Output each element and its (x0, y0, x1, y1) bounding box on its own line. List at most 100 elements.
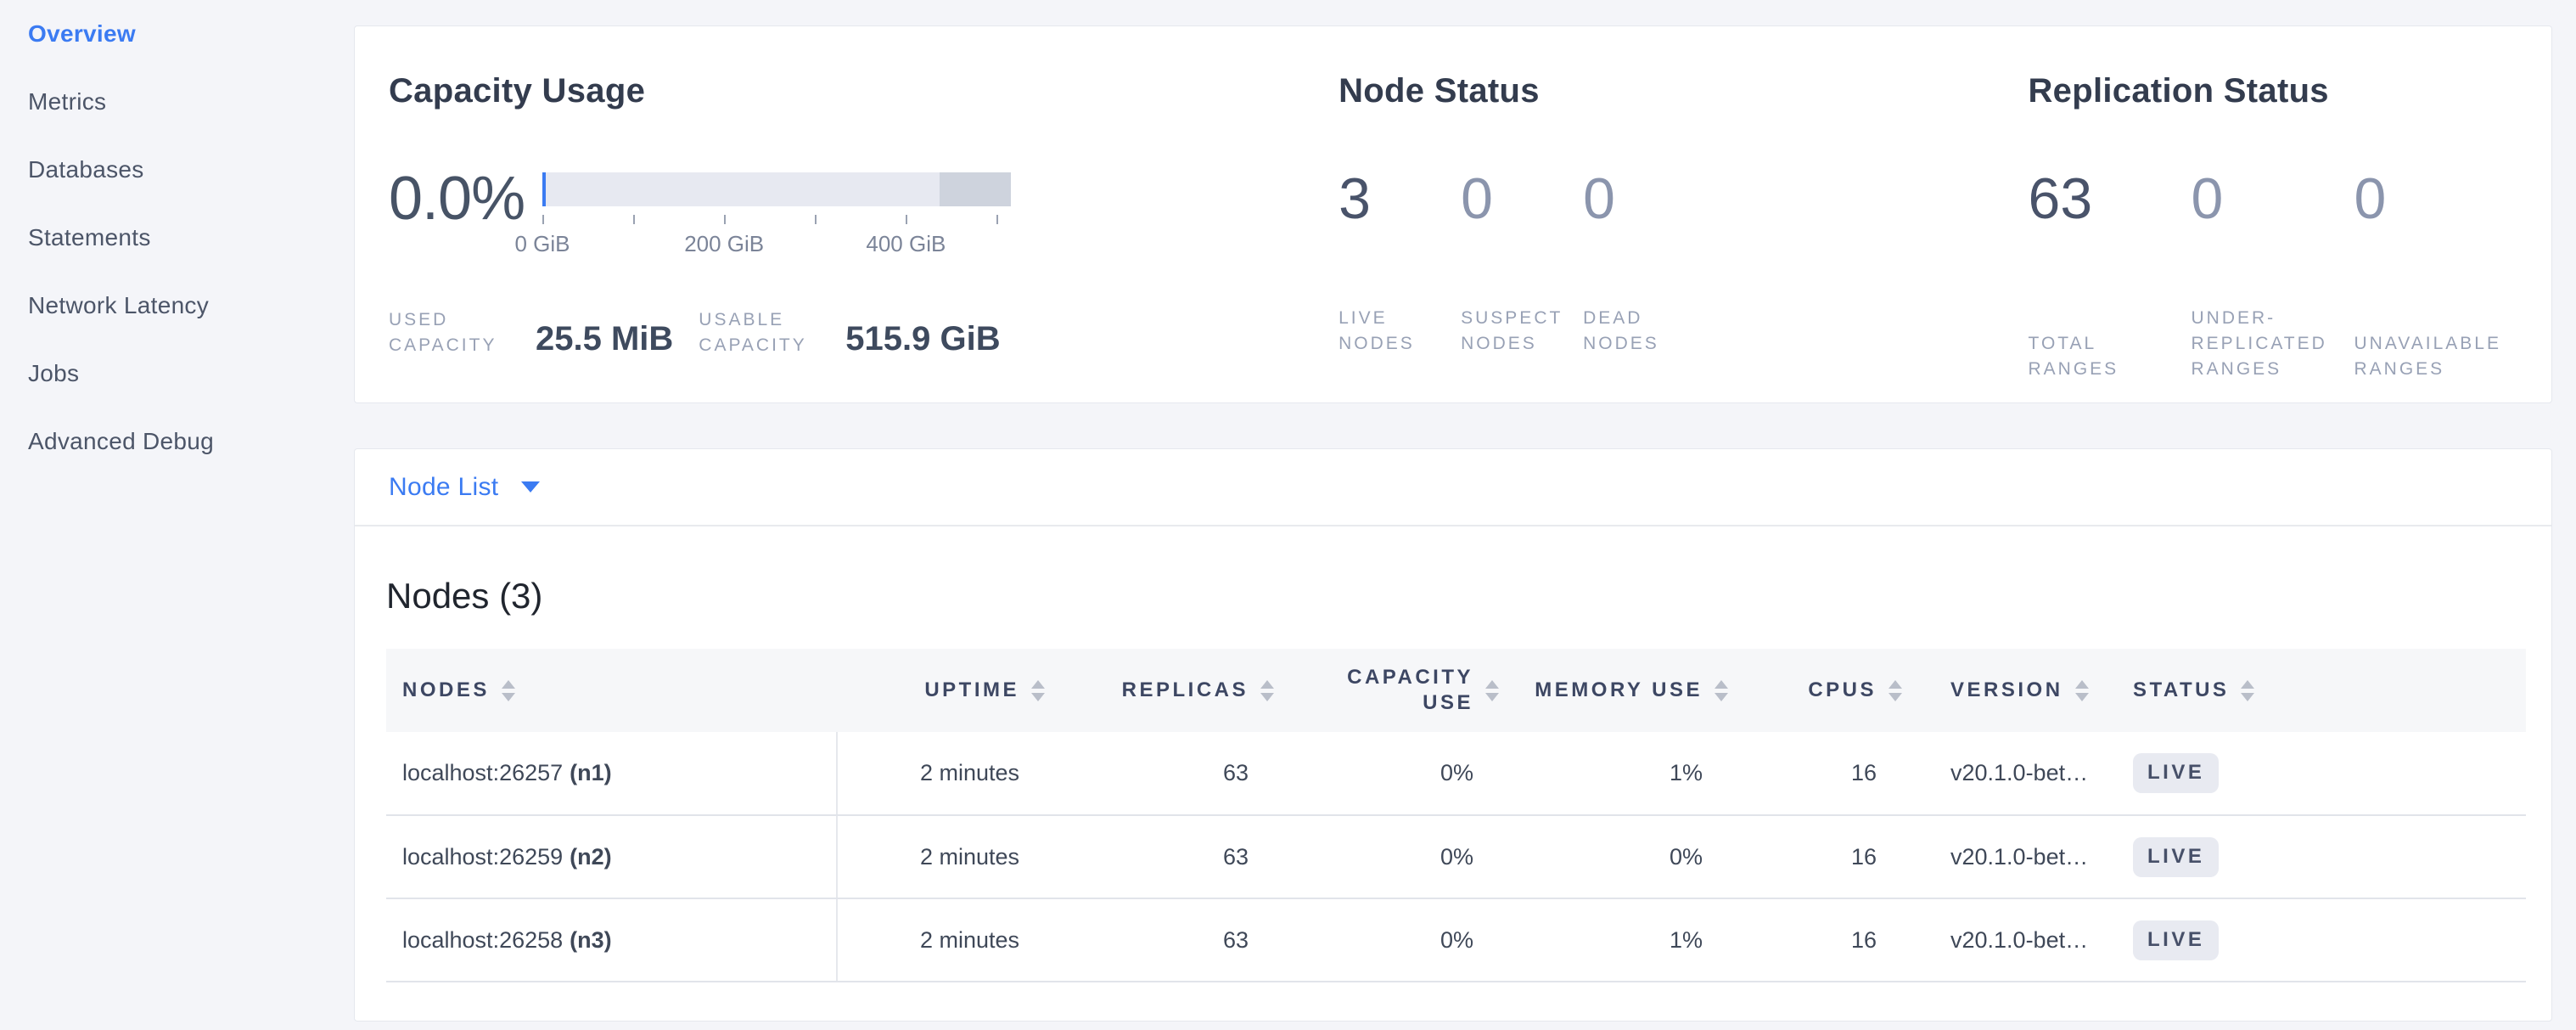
column-header-label: REPLICAS (1122, 678, 1249, 703)
cell-nodes: localhost:26259(n2) (386, 815, 837, 898)
column-header-status[interactable]: STATUS (2106, 649, 2526, 732)
node-status-title: Node Status (1339, 72, 2011, 110)
cell-cpus: 16 (1745, 898, 1919, 982)
capacity-bar-used-segment (542, 172, 546, 206)
column-header-uptime[interactable]: UPTIME (837, 649, 1062, 732)
sidebar-item-metrics[interactable]: Metrics (28, 87, 354, 116)
replication-status-section: Replication Status 6300 TOTAL RANGESUNDE… (2012, 26, 2552, 402)
cell-replicas: 63 (1062, 732, 1291, 815)
column-header-label: UPTIME (924, 678, 1019, 703)
table-row[interactable]: localhost:26258(n3)2 minutes630%1%16v20.… (386, 898, 2526, 982)
sort-up-icon (1485, 680, 1499, 689)
stat-label-col: SUSPECT NODES (1461, 306, 1583, 357)
sort-icon[interactable] (1715, 680, 1728, 701)
sort-icon[interactable] (1889, 680, 1902, 701)
sort-up-icon (1031, 680, 1045, 689)
chevron-down-icon[interactable] (521, 481, 540, 492)
sidebar-item-jobs[interactable]: Jobs (28, 359, 354, 388)
node-list-dropdown[interactable]: Node List (355, 449, 2551, 526)
stat-label-under-replicated-ranges: UNDER-REPLICATED RANGES (2192, 306, 2354, 382)
axis-tick-label: 200 GiB (684, 231, 764, 257)
column-header-label: CPUS (1808, 678, 1877, 703)
cell-memory-use: 0% (1516, 815, 1745, 898)
column-header-cpus[interactable]: CPUS (1745, 649, 1919, 732)
cell-memory-use: 1% (1516, 732, 1745, 815)
axis-tick (724, 215, 726, 224)
column-header-label: MEMORY USE (1535, 678, 1703, 703)
sort-icon[interactable] (1031, 680, 1045, 701)
replication-status-title: Replication Status (2029, 72, 2552, 110)
cell-version: v20.1.0-bet… (1919, 898, 2106, 982)
column-header-replicas[interactable]: REPLICAS (1062, 649, 1291, 732)
sidebar-item-advanced-debug[interactable]: Advanced Debug (28, 427, 354, 456)
capacity-stat-label: USED CAPACITY (389, 307, 514, 358)
sidebar-item-statements[interactable]: Statements (28, 223, 354, 252)
cell-memory-use: 1% (1516, 898, 1745, 982)
sort-up-icon (502, 680, 515, 689)
stat-label-suspect-nodes: SUSPECT NODES (1461, 306, 1583, 357)
sort-icon[interactable] (2075, 680, 2089, 701)
cell-status: LIVE (2106, 815, 2526, 898)
status-badge: LIVE (2133, 920, 2219, 960)
cell-uptime: 2 minutes (837, 898, 1062, 982)
sort-icon[interactable] (502, 680, 515, 701)
node-id: (n1) (570, 760, 612, 785)
cell-version: v20.1.0-bet… (1919, 732, 2106, 815)
node-id: (n3) (570, 927, 612, 953)
axis-tick-label: 400 GiB (866, 231, 946, 257)
stat-value-dead-nodes: 0 (1583, 170, 1705, 228)
sort-up-icon (1889, 680, 1902, 689)
node-address-link[interactable]: localhost:26259 (402, 844, 563, 870)
sort-down-icon (1715, 693, 1728, 701)
node-address-link[interactable]: localhost:26258 (402, 927, 563, 953)
sort-up-icon (1260, 680, 1274, 689)
table-row[interactable]: localhost:26257(n1)2 minutes630%1%16v20.… (386, 732, 2526, 815)
stat-label-live-nodes: LIVE NODES (1339, 306, 1461, 357)
sort-down-icon (2075, 693, 2089, 701)
stat-label-col: DEAD NODES (1583, 306, 1705, 357)
axis-tick (906, 215, 907, 224)
axis-tick (996, 215, 998, 224)
capacity-stat-label: USABLE CAPACITY (699, 307, 824, 358)
stat-label-col: TOTAL RANGES (2029, 331, 2192, 382)
column-header-nodes[interactable]: NODES (386, 649, 837, 732)
column-header-version[interactable]: VERSION (1919, 649, 2106, 732)
capacity-stat: USABLE CAPACITY515.9 GiB (699, 307, 1000, 358)
axis-tick (542, 215, 544, 224)
sort-up-icon (2241, 680, 2254, 689)
sidebar-item-network-latency[interactable]: Network Latency (28, 291, 354, 320)
stat-label-col: LIVE NODES (1339, 306, 1461, 357)
node-list-dropdown-label[interactable]: Node List (389, 473, 498, 502)
table-row[interactable]: localhost:26259(n2)2 minutes630%0%16v20.… (386, 815, 2526, 898)
sort-down-icon (1485, 693, 1499, 701)
main-content: Capacity Usage 0.0% 0 GiB200 GiB400 GiB … (354, 0, 2576, 1030)
cell-replicas: 63 (1062, 898, 1291, 982)
node-address-link[interactable]: localhost:26257 (402, 760, 563, 785)
sidebar-item-databases[interactable]: Databases (28, 155, 354, 184)
column-header-label: STATUS (2133, 678, 2229, 703)
cluster-summary-card: Capacity Usage 0.0% 0 GiB200 GiB400 GiB … (354, 25, 2552, 403)
stat-value-live-nodes: 3 (1339, 170, 1461, 228)
capacity-bar-nonusable-segment (940, 172, 1011, 206)
capacity-usage-title: Capacity Usage (389, 72, 1324, 110)
capacity-stat-value: 25.5 MiB (536, 322, 673, 356)
sort-icon[interactable] (2241, 680, 2254, 701)
column-header-label: NODES (402, 678, 490, 703)
node-status-section: Node Status 300 LIVE NODESSUSPECT NODESD… (1324, 26, 2011, 402)
status-badge: LIVE (2133, 837, 2219, 877)
cell-nodes: localhost:26257 (n1) (386, 732, 837, 815)
capacity-bar (542, 172, 1011, 206)
sort-icon[interactable] (1260, 680, 1274, 701)
sort-down-icon (1889, 693, 1902, 701)
stat-value-total-ranges: 63 (2029, 170, 2192, 228)
sidebar-item-overview[interactable]: Overview (28, 20, 354, 48)
sort-icon[interactable] (1485, 680, 1499, 701)
stat-value-unavailable-ranges: 0 (2354, 170, 2517, 228)
cell-nodes: localhost:26258 (n3) (386, 898, 837, 982)
column-header-memory-use[interactable]: MEMORY USE (1516, 649, 1745, 732)
stat-label-dead-nodes: DEAD NODES (1583, 306, 1705, 357)
column-header-capacity-use[interactable]: CAPACITY USE (1291, 649, 1516, 732)
node-list-card: Node List Nodes (3) NODES UPTIME REPLICAS C… (354, 448, 2552, 1022)
nodes-count-heading: Nodes (3) (386, 576, 2551, 616)
cell-uptime: 2 minutes (837, 815, 1062, 898)
